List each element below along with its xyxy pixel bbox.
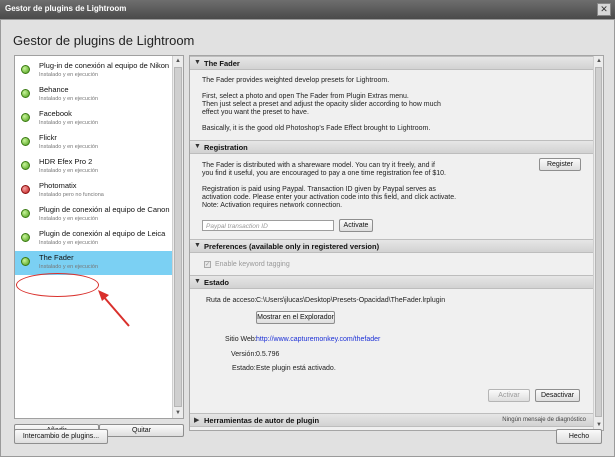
plugin-status: Instalado y en ejecución bbox=[39, 240, 99, 246]
plugin-name: Plugin de conexión al equipo de Leica bbox=[39, 229, 166, 238]
diagnostics-message: Ningún mensaje de diagnóstico bbox=[502, 417, 586, 423]
version-label: Versión: bbox=[231, 351, 257, 358]
list-item-nikon[interactable]: Plug-in de conexión al equipo de Nikon I… bbox=[15, 59, 173, 83]
registration-text: Note: Activation requires network connec… bbox=[202, 202, 343, 209]
version-value: 0.5.796 bbox=[256, 351, 280, 358]
plugin-name: Flickr bbox=[39, 133, 57, 142]
section-header-the-fader[interactable]: ▼ The Fader bbox=[190, 56, 594, 70]
plugin-name: Behance bbox=[39, 85, 69, 94]
plugin-manager-window: Gestor de plugins de Lightroom Plug-in d… bbox=[0, 19, 615, 457]
list-item-the-fader[interactable]: The Fader Instalado y en ejecución bbox=[15, 251, 173, 275]
show-in-explorer-button[interactable]: Mostrar en el Explorador bbox=[256, 311, 335, 324]
window-title: Gestor de plugins de Lightroom bbox=[5, 4, 127, 13]
registration-text: you find it useful, you are encouraged t… bbox=[202, 170, 446, 177]
plugin-name: HDR Efex Pro 2 bbox=[39, 157, 93, 166]
expanded-triangle-icon[interactable]: ▼ bbox=[194, 59, 201, 66]
scroll-up-icon[interactable]: ▲ bbox=[173, 56, 183, 66]
expanded-triangle-icon[interactable]: ▼ bbox=[194, 242, 201, 249]
section-header-estado[interactable]: ▼ Estado bbox=[190, 275, 594, 289]
plugin-list-items: Plug-in de conexión al equipo de Nikon I… bbox=[15, 56, 173, 418]
detail-panel-scrollbar[interactable]: ▲ ▼ bbox=[593, 56, 603, 430]
remove-plugin-button[interactable]: Quitar bbox=[99, 424, 184, 437]
plugin-status: Instalado y en ejecución bbox=[39, 144, 99, 150]
section-title: Registration bbox=[204, 143, 248, 152]
plugin-list-scrollbar[interactable]: ▲ ▼ bbox=[172, 56, 183, 418]
annotation-arrow-icon bbox=[98, 290, 130, 327]
register-button[interactable]: Register bbox=[539, 158, 581, 171]
window-titlebar: Gestor de plugins de Lightroom ✕ bbox=[0, 0, 615, 19]
plugin-status: Instalado y en ejecución bbox=[39, 72, 99, 78]
plugin-status: Instalado pero no funciona bbox=[39, 192, 104, 198]
transaction-id-input[interactable]: Paypal transaction ID bbox=[202, 220, 334, 231]
section-title: The Fader bbox=[204, 59, 240, 68]
collapsed-triangle-icon[interactable]: ▶ bbox=[194, 416, 199, 424]
section-title: Estado bbox=[204, 278, 230, 287]
plugin-exchange-button[interactable]: Intercambio de plugins... bbox=[14, 429, 108, 444]
section-header-author-tools[interactable]: ▶ Herramientas de autor de plugin Ningún… bbox=[190, 413, 594, 427]
plugin-name: Photomatix bbox=[39, 181, 77, 190]
red-status-icon bbox=[21, 185, 30, 194]
keyword-tagging-label: Enable keyword tagging bbox=[215, 261, 290, 268]
section-title: Herramientas de autor de plugin bbox=[204, 416, 320, 425]
list-item-canon[interactable]: Plugin de conexión al equipo de Canon In… bbox=[15, 203, 173, 227]
scroll-down-icon[interactable]: ▼ bbox=[173, 408, 183, 418]
annotation-circle bbox=[16, 273, 99, 297]
section-header-registration[interactable]: ▼ Registration bbox=[190, 140, 594, 154]
green-status-icon bbox=[21, 257, 30, 266]
list-item-leica[interactable]: Plugin de conexión al equipo de Leica In… bbox=[15, 227, 173, 251]
plugin-list: Plug-in de conexión al equipo de Nikon I… bbox=[14, 55, 184, 419]
registration-text: activation code. Please enter your activ… bbox=[202, 194, 457, 201]
green-status-icon bbox=[21, 137, 30, 146]
fader-description: Then just select a preset and adjust the… bbox=[202, 101, 441, 108]
path-value: C:\Users\jlucas\Desktop\Presets-Opacidad… bbox=[256, 297, 446, 304]
registration-text: The Fader is distributed with a sharewar… bbox=[202, 162, 435, 169]
green-status-icon bbox=[21, 233, 30, 242]
list-item-facebook[interactable]: Facebook Instalado y en ejecución bbox=[15, 107, 173, 131]
deactivate-plugin-button[interactable]: Desactivar bbox=[535, 389, 580, 402]
page-title: Gestor de plugins de Lightroom bbox=[13, 33, 195, 48]
activate-plugin-button[interactable]: Activar bbox=[488, 389, 530, 402]
expanded-triangle-icon[interactable]: ▼ bbox=[194, 143, 201, 150]
expanded-triangle-icon[interactable]: ▼ bbox=[194, 278, 201, 285]
green-status-icon bbox=[21, 161, 30, 170]
plugin-status: Instalado y en ejecución bbox=[39, 264, 99, 270]
green-status-icon bbox=[21, 113, 30, 122]
website-link[interactable]: http://www.capturemonkey.com/thefader bbox=[256, 336, 380, 343]
green-status-icon bbox=[21, 209, 30, 218]
plugin-detail-panel: ▼ The Fader The Fader provides weighted … bbox=[189, 55, 604, 431]
fader-description: First, select a photo and open The Fader… bbox=[202, 93, 409, 100]
path-label: Ruta de acceso: bbox=[206, 297, 257, 304]
plugin-status: Instalado y en ejecución bbox=[39, 96, 99, 102]
plugin-name: Plug-in de conexión al equipo de Nikon bbox=[39, 61, 170, 70]
list-item-flickr[interactable]: Flickr Instalado y en ejecución bbox=[15, 131, 173, 155]
fader-description: Basically, it is the good old Photoshop'… bbox=[202, 125, 431, 132]
plugin-name: Facebook bbox=[39, 109, 72, 118]
green-status-icon bbox=[21, 89, 30, 98]
state-value: Este plugin está activado. bbox=[256, 365, 336, 372]
plugin-name: Plugin de conexión al equipo de Canon bbox=[39, 205, 170, 214]
list-item-hdr-efex[interactable]: HDR Efex Pro 2 Instalado y en ejecución bbox=[15, 155, 173, 179]
website-label: Sitio Web: bbox=[225, 336, 257, 343]
plugin-status: Instalado y en ejecución bbox=[39, 168, 99, 174]
green-status-icon bbox=[21, 65, 30, 74]
registration-text: Registration is paid using Paypal. Trans… bbox=[202, 186, 436, 193]
done-button[interactable]: Hecho bbox=[556, 429, 602, 444]
section-title: Preferences (available only in registere… bbox=[204, 242, 380, 251]
plugin-name: The Fader bbox=[39, 253, 74, 262]
plugin-status: Instalado y en ejecución bbox=[39, 120, 99, 126]
scrollbar-thumb[interactable] bbox=[595, 67, 602, 417]
fader-description: The Fader provides weighted develop pres… bbox=[202, 77, 390, 84]
state-label: Estado: bbox=[232, 365, 256, 372]
scrollbar-thumb[interactable] bbox=[174, 67, 182, 407]
section-header-preferences[interactable]: ▼ Preferences (available only in registe… bbox=[190, 239, 594, 253]
list-item-photomatix[interactable]: Photomatix Instalado pero no funciona bbox=[15, 179, 173, 203]
keyword-tagging-checkbox: ✓ bbox=[204, 261, 211, 268]
list-item-behance[interactable]: Behance Instalado y en ejecución bbox=[15, 83, 173, 107]
close-icon[interactable]: ✕ bbox=[597, 3, 611, 16]
fader-description: effect you want the preset to have. bbox=[202, 109, 309, 116]
plugin-status: Instalado y en ejecución bbox=[39, 216, 99, 222]
activate-code-button[interactable]: Activate bbox=[339, 219, 373, 232]
scroll-up-icon[interactable]: ▲ bbox=[594, 56, 603, 66]
